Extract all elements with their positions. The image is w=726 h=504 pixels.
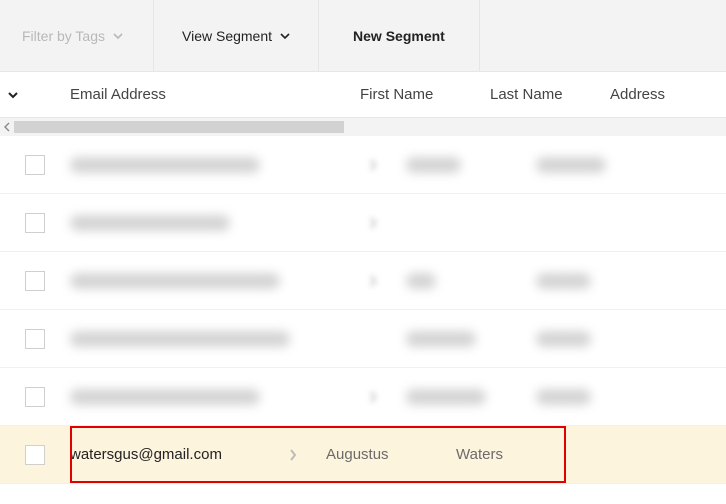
view-segment-label: View Segment: [182, 28, 272, 44]
filter-by-tags-button[interactable]: Filter by Tags: [0, 0, 154, 71]
table-row[interactable]: [0, 136, 726, 194]
table-row[interactable]: [0, 310, 726, 368]
redacted-first-name: [406, 331, 476, 347]
row-checkbox[interactable]: [25, 155, 45, 175]
chevron-down-icon: [113, 31, 123, 41]
view-segment-button[interactable]: View Segment: [154, 0, 319, 71]
redacted-last-name: [536, 273, 591, 289]
column-header-last-name[interactable]: Last Name: [490, 86, 610, 103]
table-row[interactable]: [0, 368, 726, 426]
row-checkbox[interactable]: [25, 213, 45, 233]
chevron-right-icon: [360, 391, 386, 403]
column-header-email[interactable]: Email Address: [70, 86, 360, 103]
redacted-email: [70, 157, 260, 173]
redacted-email: [70, 215, 230, 231]
last-name-cell: Waters: [456, 446, 503, 463]
column-header-first-name[interactable]: First Name: [360, 86, 490, 103]
new-segment-button[interactable]: New Segment: [319, 0, 480, 71]
first-name-cell: Augustus: [326, 446, 389, 463]
scrollbar-thumb[interactable]: [14, 121, 344, 133]
row-checkbox[interactable]: [25, 445, 45, 465]
column-header-row: Email Address First Name Last Name Addre…: [0, 72, 726, 118]
redacted-email: [70, 273, 280, 289]
redacted-last-name: [536, 331, 591, 347]
table-row[interactable]: watersgus@gmail.com Augustus Waters: [0, 426, 726, 484]
row-checkbox[interactable]: [25, 329, 45, 349]
redacted-email: [70, 331, 290, 347]
filter-label: Filter by Tags: [22, 28, 105, 44]
redacted-email: [70, 389, 260, 405]
chevron-right-icon: [360, 217, 386, 229]
table-body: watersgus@gmail.com Augustus Waters: [0, 136, 726, 484]
redacted-last-name: [536, 157, 606, 173]
toolbar-spacer: [480, 0, 726, 71]
scroll-left-icon[interactable]: [0, 118, 14, 136]
table-row[interactable]: [0, 252, 726, 310]
chevron-right-icon: [360, 275, 386, 287]
redacted-first-name: [406, 157, 461, 173]
horizontal-scrollbar[interactable]: [0, 118, 726, 136]
expand-columns-toggle[interactable]: [2, 84, 24, 106]
redacted-first-name: [406, 273, 436, 289]
email-cell[interactable]: watersgus@gmail.com: [70, 446, 222, 463]
table-row[interactable]: [0, 194, 726, 252]
column-header-address[interactable]: Address: [610, 86, 726, 103]
chevron-right-icon[interactable]: [280, 449, 306, 461]
toolbar: Filter by Tags View Segment New Segment: [0, 0, 726, 72]
chevron-down-icon: [280, 31, 290, 41]
redacted-first-name: [406, 389, 486, 405]
row-checkbox[interactable]: [25, 271, 45, 291]
row-checkbox[interactable]: [25, 387, 45, 407]
chevron-right-icon: [360, 159, 386, 171]
redacted-last-name: [536, 389, 591, 405]
new-segment-label: New Segment: [353, 28, 445, 44]
